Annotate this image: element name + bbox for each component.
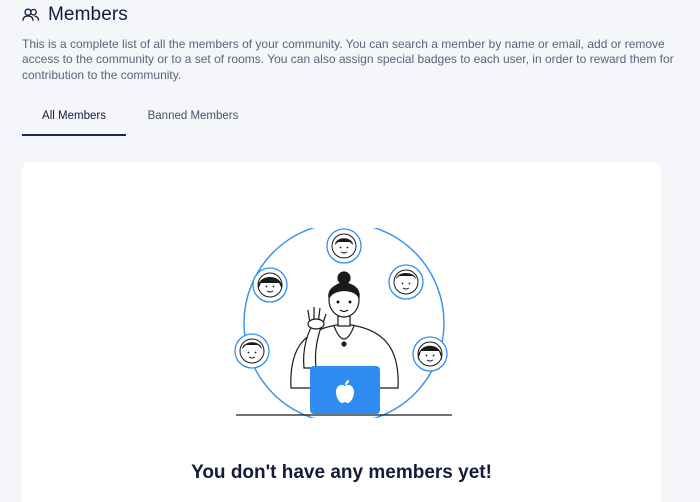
avatar (234, 333, 270, 369)
avatar (388, 264, 424, 300)
page-description: This is a complete list of all the membe… (22, 37, 674, 82)
members-icon (22, 8, 40, 22)
tab-all-members[interactable]: All Members (22, 105, 126, 136)
empty-state-title: You don't have any members yet! (191, 462, 492, 483)
avatar (326, 228, 362, 264)
page-header: Members (22, 4, 128, 26)
page-title: Members (48, 4, 128, 25)
empty-state-card: You don't have any members yet! (22, 162, 661, 502)
avatar (252, 267, 288, 303)
tab-banned-members[interactable]: Banned Members (126, 105, 260, 136)
person-waving-laptop-illustration (234, 222, 454, 424)
avatar (412, 336, 448, 372)
members-tabs: All Members Banned Members (22, 105, 662, 136)
